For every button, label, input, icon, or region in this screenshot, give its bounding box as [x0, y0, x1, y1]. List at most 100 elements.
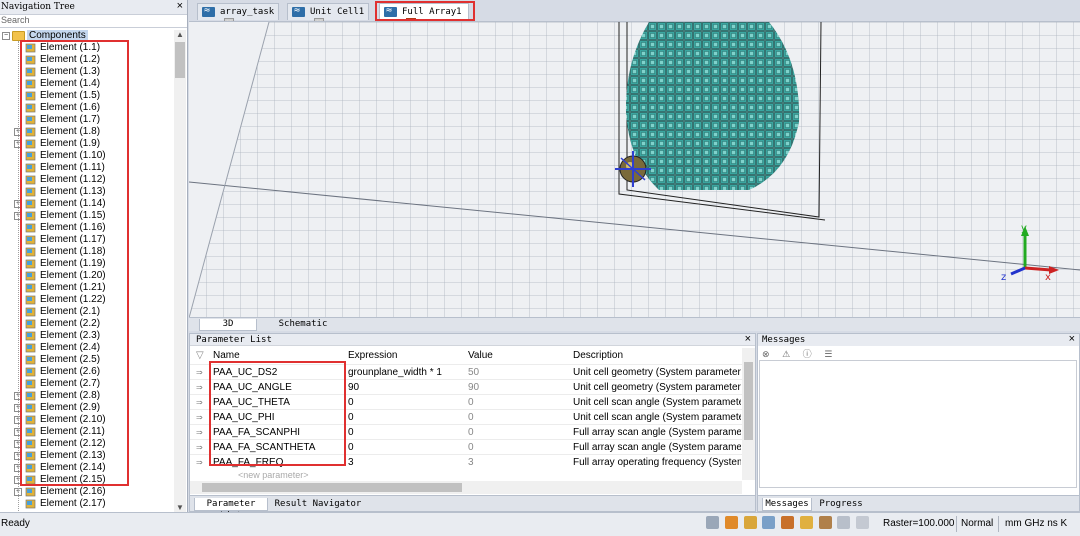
- parameter-description[interactable]: Unit cell scan angle (System parameter): [573, 395, 741, 410]
- row-grip-icon[interactable]: ⇒: [196, 365, 206, 380]
- navigation-tree-scrollbar[interactable]: ▲ ▼: [174, 30, 186, 512]
- parameter-row[interactable]: ⇒ PAA_UC_THETA 0 0 Unit cell scan angle (Sys…: [190, 394, 742, 409]
- pan-icon[interactable]: [724, 516, 738, 529]
- parameter-row[interactable]: ⇒ PAA_FA_SCANPHI 0 0 Full array scan angle (…: [190, 424, 742, 439]
- parameter-description[interactable]: Unit cell geometry (System parameter): [573, 380, 741, 395]
- view-cube-icon[interactable]: [837, 516, 851, 529]
- tree-item-element[interactable]: Element (1.10): [0, 150, 174, 162]
- parameter-name[interactable]: PAA_FA_SCANTHETA: [213, 440, 343, 455]
- parameter-description[interactable]: Full array scan angle (System parameter): [573, 440, 741, 455]
- tab-unit-cell1[interactable]: Unit Cell1×: [287, 3, 369, 28]
- parameter-expression[interactable]: 0: [348, 395, 463, 410]
- column-header-expression[interactable]: Expression: [348, 350, 397, 361]
- zoom-fit-icon[interactable]: [762, 516, 776, 529]
- tree-item-element[interactable]: Element (1.12): [0, 174, 174, 186]
- view-mode-indicator[interactable]: Normal: [961, 518, 993, 529]
- messages-close-button[interactable]: ×: [1069, 334, 1075, 345]
- navigation-tree-close-button[interactable]: ×: [177, 0, 183, 12]
- tree-item-element[interactable]: Element (1.22): [0, 294, 174, 306]
- select-icon[interactable]: [799, 516, 813, 529]
- parameter-expression[interactable]: 0: [348, 410, 463, 425]
- view-reset-icon[interactable]: [781, 516, 795, 529]
- tab-full-array1[interactable]: Full Array1×: [379, 3, 469, 28]
- row-grip-icon[interactable]: ⇒: [196, 455, 206, 470]
- tab-result-navigator[interactable]: Result Navigator: [274, 498, 362, 511]
- tree-item-element[interactable]: + Element (2.13): [0, 450, 174, 462]
- filter-icon[interactable]: ▽: [196, 350, 204, 361]
- parameter-expression[interactable]: 0: [348, 440, 463, 455]
- parameter-expression[interactable]: 0: [348, 425, 463, 440]
- tree-item-element[interactable]: Element (2.2): [0, 318, 174, 330]
- tab-progress[interactable]: Progress: [816, 498, 866, 511]
- column-header-name[interactable]: Name: [213, 350, 240, 361]
- row-grip-icon[interactable]: ⇒: [196, 380, 206, 395]
- warning-filter-icon[interactable]: ⚠: [782, 349, 790, 359]
- tree-item-element[interactable]: Element (2.6): [0, 366, 174, 378]
- error-filter-icon[interactable]: ⊗: [762, 349, 770, 359]
- parameter-row[interactable]: ⇒ PAA_FA_FREQ 3 3 Full array operating frequ…: [190, 454, 742, 469]
- parameter-row[interactable]: ⇒ PAA_UC_ANGLE 90 90 Unit cell geometry (Sys…: [190, 379, 742, 394]
- parameter-list-horizontal-scrollbar[interactable]: [190, 481, 742, 494]
- parameter-name[interactable]: PAA_UC_DS2: [213, 365, 343, 380]
- collapse-toggle-icon[interactable]: −: [2, 32, 10, 40]
- layout-icon[interactable]: [856, 516, 870, 529]
- tree-item-element[interactable]: Element (2.3): [0, 330, 174, 342]
- tree-item-element[interactable]: Element (1.16): [0, 222, 174, 234]
- parameter-name[interactable]: PAA_FA_FREQ: [213, 455, 343, 470]
- tab-schematic[interactable]: Schematic: [265, 319, 341, 331]
- tab-messages[interactable]: Messages: [762, 498, 812, 511]
- tree-item-element[interactable]: Element (1.20): [0, 270, 174, 282]
- scrollbar-thumb[interactable]: [202, 483, 462, 492]
- tree-item-element[interactable]: Element (1.7): [0, 114, 174, 126]
- parameter-expression[interactable]: 3: [348, 455, 463, 470]
- parameter-value[interactable]: 0: [468, 440, 568, 455]
- tree-item-element[interactable]: Element (2.4): [0, 342, 174, 354]
- clear-messages-icon[interactable]: ☰: [824, 349, 832, 359]
- raster-indicator[interactable]: Raster=100.000: [883, 518, 954, 529]
- tree-item-element[interactable]: Element (2.17): [0, 498, 174, 510]
- column-header-description[interactable]: Description: [573, 350, 623, 361]
- tree-item-element[interactable]: + Element (2.16): [0, 486, 174, 498]
- parameter-expression[interactable]: 90: [348, 380, 463, 395]
- parameter-value[interactable]: 0: [468, 425, 568, 440]
- parameter-value[interactable]: 0: [468, 395, 568, 410]
- tree-item-element[interactable]: Element (1.2): [0, 54, 174, 66]
- tree-item-element[interactable]: Element (1.19): [0, 258, 174, 270]
- parameter-description[interactable]: Unit cell geometry (System parameter): [573, 365, 741, 380]
- tree-item-element[interactable]: + Element (2.11): [0, 426, 174, 438]
- tree-item-element[interactable]: Element (1.3): [0, 66, 174, 78]
- parameter-row[interactable]: ⇒ PAA_UC_PHI 0 0 Unit cell scan angle (Syste…: [190, 409, 742, 424]
- parameter-name[interactable]: PAA_UC_THETA: [213, 395, 343, 410]
- tree-item-element[interactable]: Element (2.1): [0, 306, 174, 318]
- parameter-expression[interactable]: grounplane_width * 1: [348, 365, 463, 380]
- row-grip-icon[interactable]: ⇒: [196, 425, 206, 440]
- tree-item-element[interactable]: Element (1.4): [0, 78, 174, 90]
- tab-3d[interactable]: 3D: [199, 319, 257, 331]
- tree-item-element[interactable]: + Element (1.9): [0, 138, 174, 150]
- tree-item-element[interactable]: + Element (1.14): [0, 198, 174, 210]
- tree-item-element[interactable]: + Element (2.14): [0, 462, 174, 474]
- tree-item-element[interactable]: + Element (2.15): [0, 474, 174, 486]
- new-parameter-row[interactable]: <new parameter>: [238, 470, 309, 480]
- parameter-name[interactable]: PAA_UC_PHI: [213, 410, 343, 425]
- tree-item-element[interactable]: Element (1.11): [0, 162, 174, 174]
- parameter-description[interactable]: Unit cell scan angle (System parameter): [573, 410, 741, 425]
- parameter-value[interactable]: 90: [468, 380, 568, 395]
- parameter-row[interactable]: ⇒ PAA_FA_SCANTHETA 0 0 Full array scan angle…: [190, 439, 742, 454]
- tree-item-components[interactable]: − Components: [0, 30, 174, 42]
- tree-item-element[interactable]: Element (1.21): [0, 282, 174, 294]
- tree-item-element[interactable]: + Element (1.15): [0, 210, 174, 222]
- tab-parameter-list[interactable]: Parameter List: [194, 498, 268, 521]
- navigation-search-input[interactable]: Search: [0, 15, 187, 28]
- parameter-value[interactable]: 3: [468, 455, 568, 470]
- parameter-value[interactable]: 0: [468, 410, 568, 425]
- tree-item-element[interactable]: Element (2.5): [0, 354, 174, 366]
- parameter-name[interactable]: PAA_UC_ANGLE: [213, 380, 343, 395]
- tree-item-element[interactable]: Element (1.18): [0, 246, 174, 258]
- tree-item-element[interactable]: Element (1.13): [0, 186, 174, 198]
- row-grip-icon[interactable]: ⇒: [196, 410, 206, 425]
- tree-item-element[interactable]: Element (1.6): [0, 102, 174, 114]
- tree-item-element[interactable]: + Element (2.8): [0, 390, 174, 402]
- parameter-name[interactable]: PAA_FA_SCANPHI: [213, 425, 343, 440]
- 3d-view-canvas[interactable]: y x z: [189, 21, 1080, 317]
